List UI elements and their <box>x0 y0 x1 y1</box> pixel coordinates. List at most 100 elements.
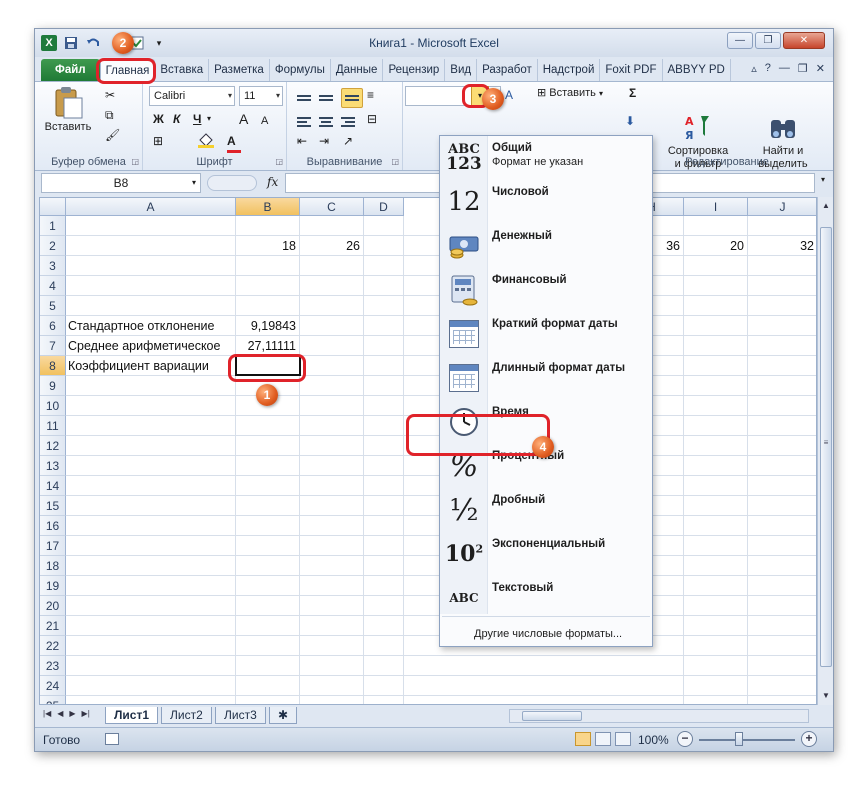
row-header-20[interactable]: 20 <box>40 596 66 616</box>
increase-indent-icon[interactable]: ⇥ <box>319 132 329 150</box>
row-header-14[interactable]: 14 <box>40 476 66 496</box>
row-header-19[interactable]: 19 <box>40 576 66 596</box>
name-box[interactable]: B8 ▾ <box>41 173 201 193</box>
workbook-restore-icon[interactable]: ❐ <box>798 62 808 75</box>
cell-c2[interactable]: 26 <box>300 236 364 256</box>
align-middle-icon[interactable] <box>319 90 337 106</box>
cell-b2[interactable]: 18 <box>236 236 300 256</box>
fill-color-icon[interactable] <box>197 132 215 153</box>
macro-record-icon[interactable] <box>105 733 119 745</box>
row-header-11[interactable]: 11 <box>40 416 66 436</box>
last-sheet-icon[interactable]: ▶| <box>82 709 90 718</box>
select-all-corner[interactable] <box>40 198 66 216</box>
cell-b6[interactable]: 9,19843 <box>236 316 300 336</box>
minimize-ribbon-icon[interactable]: ▵ <box>751 62 757 75</box>
row-header-22[interactable]: 22 <box>40 636 66 656</box>
sheet-tab-1[interactable]: Лист1 <box>105 707 159 724</box>
column-header-i[interactable]: I <box>684 198 748 216</box>
align-top-icon[interactable] <box>297 90 315 106</box>
row-header-6[interactable]: 6 <box>40 316 66 336</box>
row-header-23[interactable]: 23 <box>40 656 66 676</box>
row-header-5[interactable]: 5 <box>40 296 66 316</box>
vertical-scroll-thumb[interactable]: ≡ <box>820 227 832 667</box>
shrink-font-button[interactable]: A <box>261 112 268 130</box>
align-bottom-icon[interactable] <box>341 88 363 108</box>
grow-font-button[interactable]: A <box>239 110 248 128</box>
align-left-icon[interactable] <box>297 114 315 130</box>
insert-function-button[interactable]: fx <box>267 175 278 189</box>
more-number-formats-link[interactable]: Другие числовые форматы... <box>474 628 622 640</box>
tab-page-layout[interactable]: Разметка <box>209 59 270 81</box>
page-layout-view-icon[interactable] <box>595 732 611 746</box>
merge-center-icon[interactable]: ⊟ <box>367 110 377 128</box>
bold-button[interactable]: Ж <box>153 110 164 128</box>
clipboard-launcher-icon[interactable]: ◲ <box>131 157 139 166</box>
sheet-tab-3[interactable]: Лист3 <box>215 707 266 724</box>
zoom-level[interactable]: 100% <box>638 733 669 747</box>
number-format-item[interactable]: Денежный <box>440 224 652 268</box>
tab-insert[interactable]: Вставка <box>155 59 210 81</box>
decrease-indent-icon[interactable]: ⇤ <box>297 132 307 150</box>
vertical-scrollbar[interactable]: ▲ ≡ ▼ <box>817 197 833 705</box>
orientation-icon[interactable]: ↗ <box>343 132 353 150</box>
row-header-24[interactable]: 24 <box>40 676 66 696</box>
scroll-up-icon[interactable]: ▲ <box>819 199 833 213</box>
number-format-item[interactable]: 12 Числовой <box>440 180 652 224</box>
wrap-text-icon[interactable]: ≡ <box>367 86 374 104</box>
tab-review[interactable]: Рецензир <box>383 59 446 81</box>
align-center-icon[interactable] <box>319 114 337 130</box>
number-format-item[interactable]: Финансовый <box>440 268 652 312</box>
row-header-12[interactable]: 12 <box>40 436 66 456</box>
styles-icon[interactable]: A <box>505 86 513 104</box>
tab-developer[interactable]: Разработ <box>477 59 538 81</box>
row-header-21[interactable]: 21 <box>40 616 66 636</box>
row-header-10[interactable]: 10 <box>40 396 66 416</box>
italic-button[interactable]: К <box>173 110 180 128</box>
font-name-select[interactable]: Calibri ▾ <box>149 86 235 106</box>
row-header-2[interactable]: 2 <box>40 236 66 256</box>
row-header-17[interactable]: 17 <box>40 536 66 556</box>
zoom-out-icon[interactable]: − <box>677 731 693 747</box>
close-icon[interactable]: ✕ <box>783 32 825 49</box>
insert-cells-button[interactable]: ⊞ Вставить ▾ <box>537 84 603 103</box>
font-size-select[interactable]: 11 ▾ <box>239 86 283 106</box>
row-header-7[interactable]: 7 <box>40 336 66 356</box>
number-format-item[interactable]: ½ Дробный <box>440 488 652 532</box>
insert-sheet-icon[interactable]: ✱ <box>269 707 297 724</box>
row-header-8[interactable]: 8 <box>40 356 66 376</box>
paste-button[interactable]: Вставить <box>41 86 95 134</box>
cut-icon[interactable]: ✂ <box>105 86 115 104</box>
page-break-view-icon[interactable] <box>615 732 631 746</box>
autosum-button[interactable]: Σ <box>629 84 636 102</box>
horizontal-scroll-thumb[interactable] <box>522 711 582 721</box>
font-launcher-icon[interactable]: ◲ <box>275 157 283 166</box>
help-icon[interactable]: ? <box>765 62 771 75</box>
tab-file[interactable]: Файл <box>41 59 100 81</box>
formula-bar-resize-handle[interactable] <box>207 175 257 191</box>
cell-b7[interactable]: 27,11111 <box>236 336 300 356</box>
workbook-minimize-icon[interactable]: — <box>779 62 790 75</box>
tab-abbyy[interactable]: ABBYY PD <box>663 59 731 81</box>
next-sheet-icon[interactable]: ▶ <box>69 709 75 718</box>
restore-icon[interactable]: ❐ <box>755 32 781 49</box>
column-header-j[interactable]: J <box>748 198 816 216</box>
alignment-launcher-icon[interactable]: ◲ <box>391 157 399 166</box>
number-format-item[interactable]: ABC Текстовый <box>440 576 652 620</box>
zoom-slider[interactable] <box>699 739 795 741</box>
row-header-13[interactable]: 13 <box>40 456 66 476</box>
zoom-slider-thumb[interactable] <box>735 732 743 746</box>
cell-i2[interactable]: 20 <box>684 236 748 256</box>
horizontal-scrollbar[interactable] <box>509 709 809 723</box>
normal-view-icon[interactable] <box>575 732 591 746</box>
row-header-25[interactable]: 25 <box>40 696 66 704</box>
cell-j2[interactable]: 32 <box>748 236 816 256</box>
zoom-in-icon[interactable]: + <box>801 731 817 747</box>
number-format-item[interactable]: ABC 123 Общий Формат не указан <box>440 136 652 180</box>
scroll-down-icon[interactable]: ▼ <box>819 689 833 703</box>
tab-data[interactable]: Данные <box>331 59 384 81</box>
column-header-c[interactable]: C <box>300 198 364 216</box>
tab-formulas[interactable]: Формулы <box>270 59 331 81</box>
column-header-d[interactable]: D <box>364 198 404 216</box>
number-format-item[interactable]: 102 Экспоненциальный <box>440 532 652 576</box>
row-header-9[interactable]: 9 <box>40 376 66 396</box>
